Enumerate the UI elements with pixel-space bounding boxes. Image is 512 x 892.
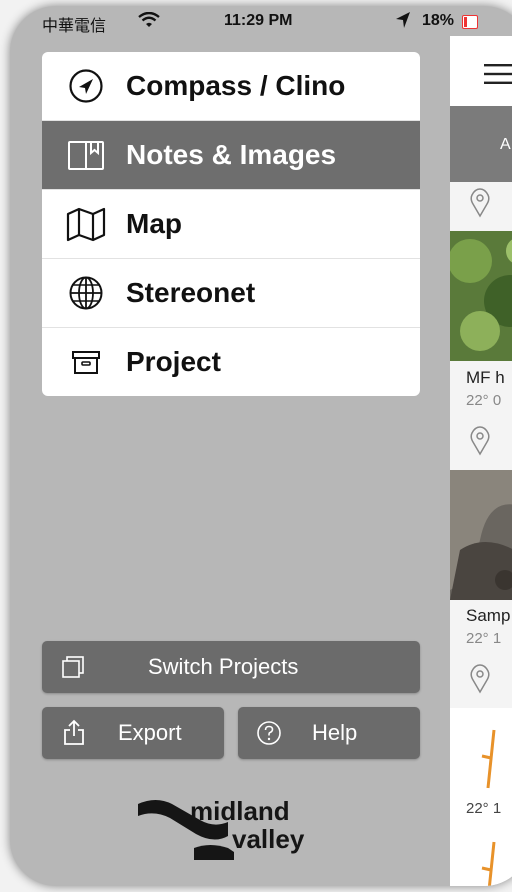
nav-item-project[interactable]: Project bbox=[42, 328, 420, 396]
stacked-squares-icon bbox=[62, 656, 84, 678]
note-subtitle: 22° 1 bbox=[466, 630, 502, 647]
location-pin-icon bbox=[470, 664, 490, 694]
battery-icon bbox=[462, 15, 478, 29]
help-button[interactable]: Help bbox=[238, 707, 420, 759]
strike-dip-symbol-icon bbox=[481, 729, 496, 789]
switch-projects-button[interactable]: Switch Projects bbox=[42, 641, 420, 693]
archive-box-icon bbox=[72, 351, 100, 374]
note-photo-foliage[interactable] bbox=[450, 231, 512, 361]
nav-item-label: Stereonet bbox=[126, 277, 256, 308]
note-title: MF h bbox=[466, 368, 505, 387]
wifi-icon bbox=[138, 12, 160, 27]
location-arrow-icon bbox=[396, 12, 410, 28]
switch-projects-label: Switch Projects bbox=[148, 654, 299, 679]
note-subtitle: 22° 0 bbox=[466, 392, 502, 409]
midland-valley-logo: midland valley bbox=[138, 796, 305, 860]
export-button[interactable]: Export bbox=[42, 707, 224, 759]
nav-item-notes-images[interactable]: Notes & Images bbox=[42, 121, 420, 190]
nav-item-map[interactable]: Map bbox=[42, 190, 420, 259]
location-pin-icon bbox=[470, 188, 490, 218]
note-photo-rock[interactable] bbox=[450, 470, 512, 600]
compass-arrow-icon bbox=[69, 69, 103, 103]
nav-item-compass-clino[interactable]: Compass / Clino bbox=[42, 52, 420, 121]
nav-item-label: Notes & Images bbox=[126, 139, 337, 170]
battery-percent: 18% bbox=[422, 12, 455, 29]
main-nav-menu: Compass / Clino Notes & Images Map Stere… bbox=[42, 52, 420, 396]
measurement-value: 22° 1 bbox=[466, 800, 502, 817]
location-pin-icon bbox=[470, 426, 490, 456]
help-label: Help bbox=[312, 720, 358, 745]
nav-item-label: Map bbox=[126, 208, 182, 239]
status-time: 11:29 PM bbox=[224, 12, 293, 29]
carrier-name: 中華電信 bbox=[42, 18, 107, 35]
svg-text:valley: valley bbox=[232, 824, 305, 854]
note-title: Samp bbox=[466, 606, 511, 625]
nav-item-label: Compass / Clino bbox=[126, 70, 346, 101]
strike-dip-symbol-icon bbox=[481, 841, 496, 886]
tab-fragment[interactable]: A bbox=[500, 136, 511, 154]
hamburger-menu-icon[interactable] bbox=[484, 64, 512, 84]
content-peek: A MF h 22° 0 Samp 22° 1 22° 1 bbox=[450, 36, 512, 886]
share-icon bbox=[64, 719, 84, 745]
phone-frame: 中華電信 11:29 PM 18% Compass / Clino Notes … bbox=[10, 6, 512, 886]
globe-icon bbox=[69, 276, 103, 310]
book-icon bbox=[68, 141, 104, 170]
nav-item-label: Project bbox=[126, 346, 221, 377]
svg-text:midland: midland bbox=[190, 796, 290, 826]
export-label: Export bbox=[118, 720, 182, 745]
status-bar: 中華電信 11:29 PM 18% bbox=[10, 6, 512, 36]
content-tab-bar: A bbox=[450, 106, 512, 182]
nav-item-stereonet[interactable]: Stereonet bbox=[42, 259, 420, 328]
map-icon bbox=[66, 207, 106, 242]
question-circle-icon bbox=[257, 721, 281, 745]
